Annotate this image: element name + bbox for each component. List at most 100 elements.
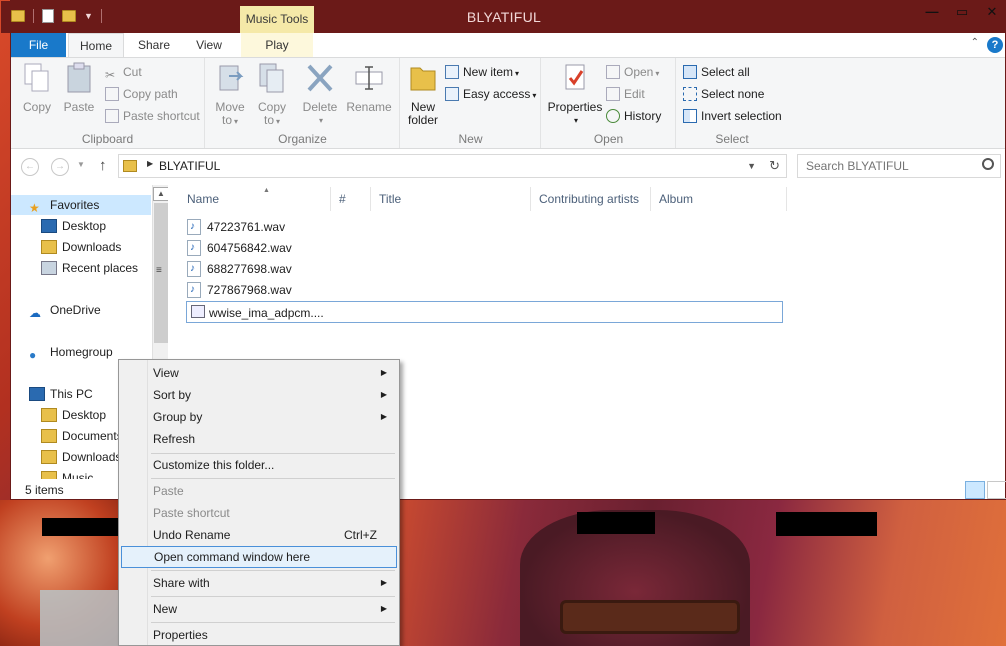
scroll-up-icon[interactable]: ▲ (153, 187, 168, 201)
audio-file-icon (187, 259, 201, 279)
menu-item-paste-shortcut[interactable]: Paste shortcut (121, 502, 397, 524)
menu-item-customize[interactable]: Customize this folder... (121, 454, 397, 476)
tab-home[interactable]: Home (68, 33, 124, 57)
select-all-icon (683, 65, 697, 79)
large-icons-view-icon[interactable] (987, 481, 1006, 499)
menu-item-refresh[interactable]: Refresh (121, 428, 397, 450)
rename-input[interactable] (209, 304, 709, 321)
paste-shortcut-button[interactable]: Paste shortcut (105, 106, 200, 126)
ribbon: Copy Paste ✂ Cut Copy path Paste shortcut… (11, 57, 1005, 149)
submenu-arrow-icon: ▶ (380, 390, 387, 399)
nav-pc-downloads[interactable]: Downloads (41, 447, 121, 467)
tab-view[interactable]: View (183, 33, 235, 57)
delete-button[interactable]: Delete ▾ (300, 62, 340, 127)
nav-desktop[interactable]: Desktop (41, 216, 106, 236)
search-input[interactable] (798, 155, 978, 177)
nav-recent-places[interactable]: Recent places (41, 258, 138, 278)
address-bar[interactable]: ▶ BLYATIFUL ▼ ↻ (118, 154, 787, 178)
file-row[interactable]: 604756842.wav (187, 238, 292, 258)
menu-item-undo-rename[interactable]: Undo Rename Ctrl+Z (121, 524, 397, 546)
breadcrumb-arrow-icon[interactable]: ▶ (147, 159, 153, 168)
address-dropdown-icon[interactable]: ▼ (747, 161, 756, 171)
menu-item-open-command-window[interactable]: Open command window here (121, 546, 397, 568)
properties-button[interactable]: Properties ▾ (546, 62, 604, 127)
minimize-button[interactable]: — (917, 1, 947, 25)
copy-label: Copy (22, 100, 51, 114)
history-icon (606, 109, 620, 123)
menu-item-view[interactable]: View ▶ (121, 362, 397, 384)
search-icon[interactable] (982, 158, 994, 170)
select-none-icon (683, 87, 697, 101)
breadcrumb[interactable]: BLYATIFUL (159, 159, 220, 173)
close-button[interactable]: ✕ (977, 1, 1006, 25)
open-group: Properties ▾ Open ▾ Edit History Open (542, 58, 676, 148)
recent-locations-icon[interactable]: ▼ (77, 160, 85, 169)
clipboard-label: Clipboard (81, 132, 134, 146)
open-icon (606, 65, 620, 79)
nav-pc-music[interactable]: Music (41, 468, 93, 479)
new-item-button[interactable]: New item ▾ (445, 62, 519, 82)
copy-path-button[interactable]: Copy path (105, 84, 178, 104)
nav-favorites[interactable]: ★ Favorites (11, 195, 151, 215)
rename-row[interactable] (186, 301, 783, 323)
new-folder-button[interactable]: New folder (403, 62, 443, 127)
menu-item-group-by[interactable]: Group by ▶ (121, 406, 397, 428)
nav-pc-documents[interactable]: Documents (41, 426, 123, 446)
file-row[interactable]: 688277698.wav (187, 259, 292, 279)
maximize-button[interactable]: ▭ (947, 1, 977, 25)
ribbon-tabs: File Home Share View Play ⌃ ? (11, 33, 1005, 57)
shortcut-label: Ctrl+Z (344, 528, 377, 542)
menu-item-paste[interactable]: Paste (121, 480, 397, 502)
audio-file-icon (187, 238, 201, 258)
nav-pc-desktop[interactable]: Desktop (41, 405, 106, 425)
menu-item-sort-by[interactable]: Sort by ▶ (121, 384, 397, 406)
paste-button[interactable]: Paste (59, 62, 99, 114)
edit-button[interactable]: Edit (606, 84, 645, 104)
details-view-icon[interactable] (965, 481, 985, 499)
submenu-arrow-icon: ▶ (380, 368, 387, 377)
copy-path-icon (105, 87, 119, 101)
computer-icon (29, 387, 45, 401)
redacted-label (776, 512, 877, 536)
menu-item-new[interactable]: New ▶ (121, 598, 397, 620)
tab-play[interactable]: Play (241, 33, 313, 57)
open-button[interactable]: Open ▾ (606, 62, 659, 82)
help-icon[interactable]: ? (987, 37, 1003, 53)
invert-selection-button[interactable]: Invert selection (683, 106, 782, 126)
move-to-button[interactable]: Move to ▾ (210, 62, 250, 128)
menu-item-share-with[interactable]: Share with ▶ (121, 572, 397, 594)
tab-file[interactable]: File (11, 33, 66, 57)
cut-button[interactable]: ✂ Cut (105, 62, 142, 82)
column-name[interactable]: ▲ Name (179, 187, 331, 211)
easy-access-button[interactable]: Easy access ▾ (445, 84, 536, 104)
select-none-button[interactable]: Select none (683, 84, 764, 104)
copy-to-button[interactable]: Copy to ▾ (252, 62, 292, 128)
column-album[interactable]: Album (651, 187, 787, 211)
rename-button[interactable]: Rename (344, 62, 394, 114)
invert-selection-icon (683, 109, 697, 123)
nav-onedrive[interactable]: ☁ OneDrive (29, 300, 101, 320)
column-contributing-artists[interactable]: Contributing artists (531, 187, 651, 211)
select-all-button[interactable]: Select all (683, 62, 750, 82)
column-number[interactable]: # (331, 187, 371, 211)
select-label: Select (715, 132, 749, 146)
nav-homegroup[interactable]: ● Homegroup (29, 342, 113, 362)
nav-downloads[interactable]: Downloads (41, 237, 121, 257)
column-title[interactable]: Title (371, 187, 531, 211)
menu-item-properties[interactable]: Properties (121, 624, 397, 646)
history-button[interactable]: History (606, 106, 661, 126)
tab-share[interactable]: Share (128, 33, 180, 57)
downloads-folder-icon (41, 240, 57, 254)
paste-icon (67, 62, 91, 93)
search-box[interactable] (797, 154, 1001, 178)
nav-this-pc[interactable]: This PC (29, 384, 93, 404)
refresh-icon[interactable]: ↻ (769, 158, 780, 174)
collapse-ribbon-icon[interactable]: ⌃ (971, 37, 979, 48)
copy-button[interactable]: Copy (17, 62, 57, 114)
forward-button[interactable]: → (51, 158, 69, 176)
up-button[interactable]: ↑ (99, 157, 107, 174)
file-row[interactable]: 47223761.wav (187, 217, 285, 237)
back-button[interactable]: ← (21, 158, 39, 176)
file-row[interactable]: 727867968.wav (187, 280, 292, 300)
select-group: Select all Select none Invert selection … (677, 58, 787, 148)
